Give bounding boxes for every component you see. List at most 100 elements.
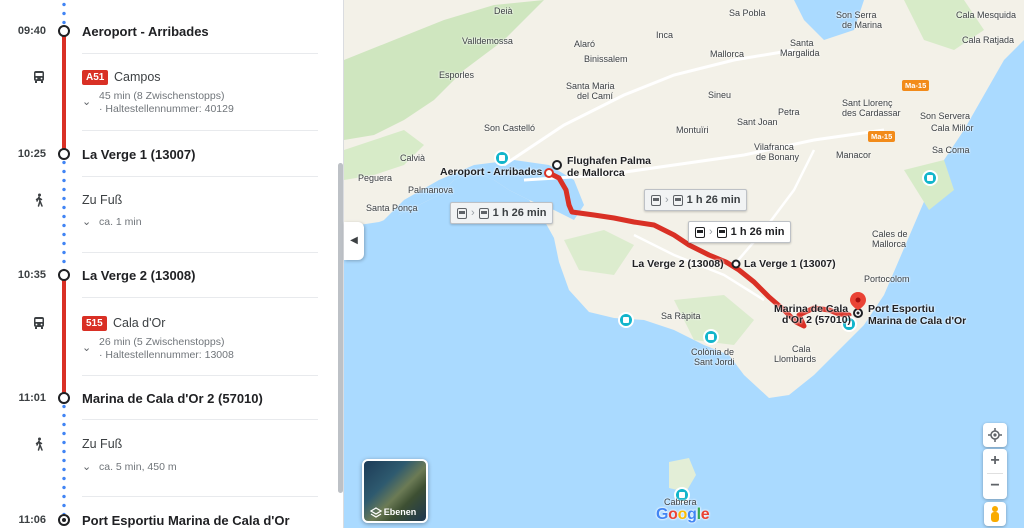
divider (82, 297, 318, 298)
expand-chevron-icon[interactable]: ⌄ (82, 462, 91, 473)
divider (82, 375, 318, 376)
airport-label[interactable]: de Mallorca (567, 167, 625, 179)
route-option[interactable]: › 1 h 26 min (644, 189, 748, 211)
my-location-button[interactable] (983, 423, 1007, 447)
divider (82, 496, 318, 497)
stop-node (58, 25, 70, 37)
walk-icon (35, 193, 43, 207)
town-label: Sant Jordi (694, 357, 735, 367)
town-label: Son Serra (836, 10, 877, 20)
walk-line (62, 158, 66, 270)
layers-label: Ebenen (383, 507, 417, 517)
destination-pin-dot (855, 297, 861, 303)
stop-node (58, 269, 70, 281)
bus-icon (478, 207, 489, 219)
town-label: Sineu (708, 90, 732, 100)
destination-label[interactable]: Marina de Cala d'Or (868, 315, 966, 327)
bus-icon (457, 207, 467, 219)
town-label: Peguera (358, 173, 393, 183)
zoom-in-button[interactable]: + (983, 449, 1007, 473)
town-label: Portocolom (864, 274, 910, 284)
divider (82, 130, 318, 131)
poi-marker[interactable] (494, 150, 510, 166)
town-label: Vilafranca (754, 142, 794, 152)
poi-marker[interactable] (618, 312, 634, 328)
walk-detail[interactable]: ca. 1 min (99, 216, 142, 229)
walk-label: Zu Fuß (82, 193, 123, 207)
origin-label[interactable]: Aeroport - Arribades (440, 166, 542, 178)
town-label: Inca (656, 30, 674, 40)
stop-node (58, 148, 70, 160)
chevron-left-icon: ◀ (350, 235, 358, 246)
line-badge: 515 (82, 316, 107, 331)
walk-icon (35, 437, 43, 451)
route-option[interactable]: › 1 h 26 min (450, 202, 554, 224)
stop-name[interactable]: Aeroport - Arribades (82, 24, 209, 39)
town-label: Sa Ràpita (661, 311, 701, 321)
divider (82, 53, 318, 54)
town-label: Montuïri (676, 125, 709, 135)
poi-marker[interactable] (703, 329, 719, 345)
collapse-panel-button[interactable]: ◀ (344, 222, 364, 260)
town-label: Mallorca (872, 239, 907, 249)
route-option-selected[interactable]: › 1 h 26 min (688, 221, 792, 243)
stop-name[interactable]: La Verge 1 (13007) (82, 147, 195, 162)
expand-chevron-icon[interactable]: ⌄ (82, 343, 91, 354)
zoom-control: + − (983, 449, 1007, 499)
destination-node (58, 514, 70, 526)
stop-name[interactable]: La Verge 2 (13008) (82, 268, 195, 283)
town-label: Alaró (574, 39, 596, 49)
map-canvas[interactable]: Ma-15 Ma-15 Deià Valldemossa Alaró Inca … (344, 0, 1024, 528)
bus-icon (695, 226, 705, 238)
town-label: Esporles (439, 70, 475, 80)
town-label: de Bonany (756, 152, 800, 162)
divider (82, 176, 318, 177)
street-view-pegman-icon[interactable] (984, 502, 1006, 526)
arrival-time: 11:06 (18, 514, 46, 526)
my-location-icon (988, 428, 1002, 442)
route-duration: 1 h 26 min (686, 194, 741, 206)
ride-duration[interactable]: 45 min (8 Zwischenstopps) (99, 90, 224, 103)
origin-marker (544, 168, 554, 178)
walk-label: Zu Fuß (82, 437, 123, 451)
town-label: Mallorca (710, 49, 745, 59)
arrival-time: 10:25 (17, 148, 46, 160)
destination-label[interactable]: Port Esportiu (868, 303, 935, 315)
zoom-out-button[interactable]: − (983, 474, 1007, 498)
town-label: Cala Millor (931, 123, 974, 133)
town-label: Cala Ratjada (962, 35, 1015, 45)
route-duration: 1 h 26 min (730, 226, 785, 238)
stop-name[interactable]: Marina de Cala d'Or 2 (57010) (82, 391, 263, 406)
airport-marker (552, 160, 562, 170)
expand-chevron-icon[interactable]: ⌄ (82, 97, 91, 108)
town-label: Sant Llorenç (842, 98, 893, 108)
bus-line (62, 36, 66, 150)
town-label: Palmanova (408, 185, 454, 195)
walk-detail[interactable]: ca. 5 min, 450 m (99, 461, 177, 474)
departure-time: 09:40 (17, 25, 46, 37)
road-badge: Ma-15 (868, 131, 896, 142)
ride-duration[interactable]: 26 min (5 Zwischenstopps) (99, 336, 224, 349)
walk-line (62, 402, 66, 514)
stop-label[interactable]: La Verge 1 (13007) (744, 258, 836, 270)
destination-name[interactable]: Port Esportiu Marina de Cala d'Or (82, 513, 290, 528)
layers-button[interactable]: Ebenen (362, 459, 428, 523)
airport-label[interactable]: Flughafen Palma (567, 155, 651, 167)
bus-icon (672, 194, 683, 206)
directions-panel: 09:40 Aeroport - Arribades A51 Campos ⌄ … (0, 0, 343, 528)
expand-chevron-icon[interactable]: ⌄ (82, 217, 91, 228)
town-label: Petra (778, 107, 800, 117)
divider (82, 252, 318, 253)
stop-label[interactable]: La Verge 2 (13008) (632, 258, 724, 270)
town-label: Valldemossa (462, 36, 513, 46)
road-badge: Ma-15 (902, 80, 930, 91)
town-label: des Cardassar (842, 108, 901, 118)
town-label: Sant Joan (737, 117, 778, 127)
bus-icon (651, 194, 661, 206)
poi-marker[interactable] (922, 170, 938, 186)
stop-id: · Haltestellennummer: 40129 (99, 103, 234, 115)
google-logo: Google (656, 506, 710, 523)
town-label: Llombards (774, 354, 817, 364)
stop-label[interactable]: d'Or 2 (57010) (782, 314, 851, 326)
marina-marker-dot (856, 311, 860, 315)
